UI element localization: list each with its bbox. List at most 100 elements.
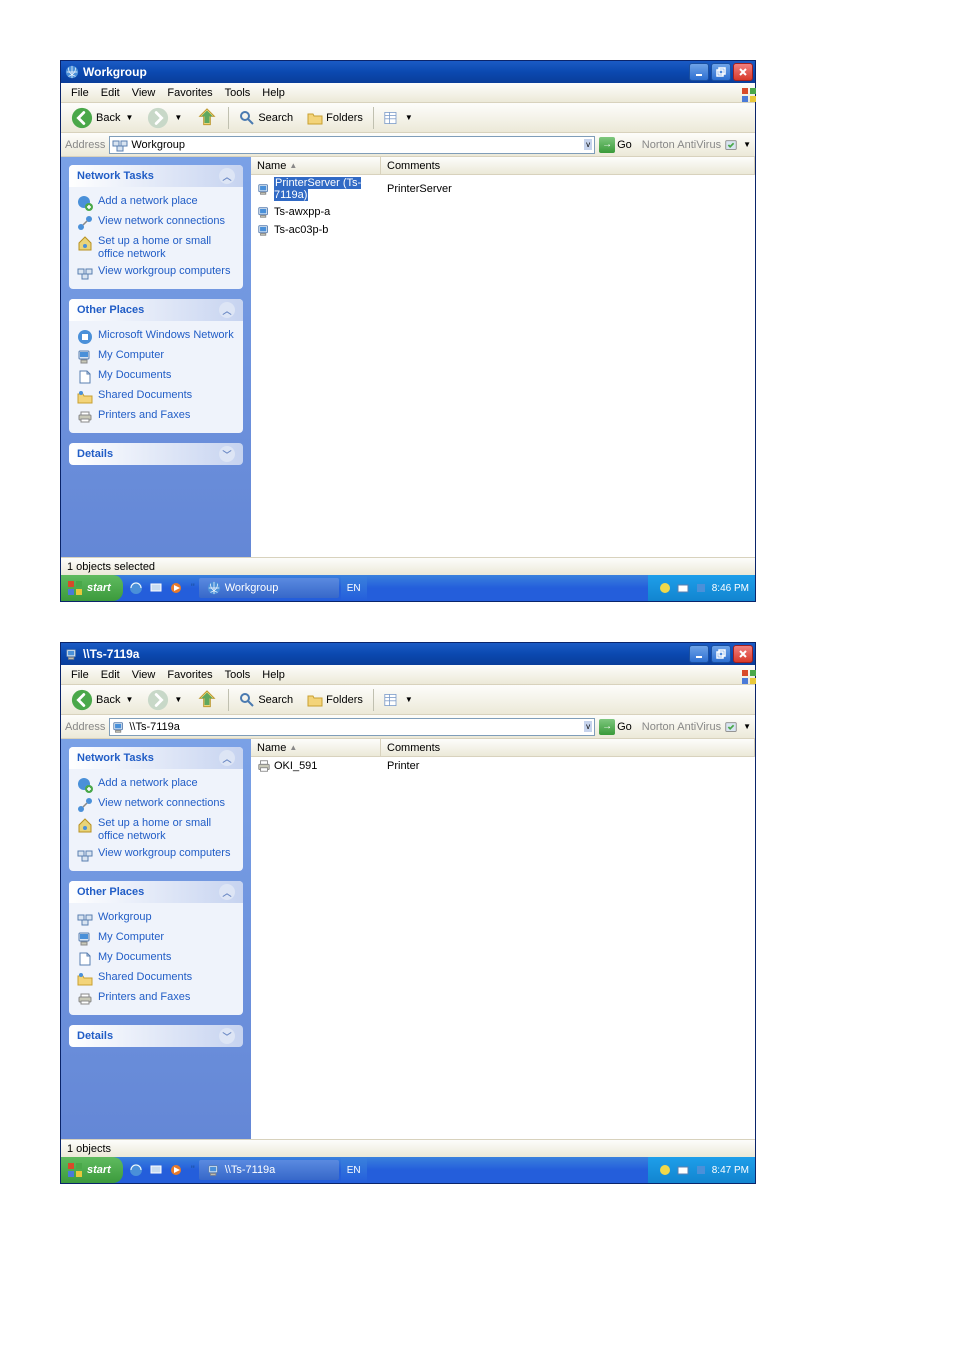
tray-icon[interactable] [658,581,672,595]
taskbar-app[interactable]: Workgroup [199,578,339,598]
ql-ie-icon[interactable] [127,579,145,597]
forward-button[interactable]: ▼ [141,688,188,712]
chevron-down-icon[interactable]: ▼ [174,695,182,704]
start-button[interactable]: start [61,575,123,601]
menu-edit[interactable]: Edit [95,667,126,683]
collapse-icon[interactable]: ︿ [219,884,235,900]
chevron-down-icon[interactable]: ▼ [743,140,751,149]
back-button[interactable]: Back▼ [65,688,139,712]
menu-help[interactable]: Help [256,667,291,683]
list-item[interactable]: Ts-ac03p-b [251,221,755,239]
clock[interactable]: 8:46 PM [712,583,749,594]
folders-button[interactable]: Folders [301,106,369,130]
search-button[interactable]: Search [233,106,299,130]
panel-header[interactable]: Other Places︿ [69,299,243,321]
other-place-link[interactable]: Shared Documents [77,387,235,407]
network-task-link[interactable]: Set up a home or small office network [77,233,235,263]
address-input[interactable] [129,721,579,733]
column-comments[interactable]: Comments [381,157,755,174]
menu-file[interactable]: File [65,667,95,683]
norton-antivirus[interactable]: Norton AntiVirus▼ [636,720,751,734]
panel-header[interactable]: Details﹀ [69,443,243,465]
address-input-wrap[interactable]: v [109,136,595,154]
panel-header[interactable]: Details﹀ [69,1025,243,1047]
list-item[interactable]: OKI_591 Printer [251,757,755,775]
list-item[interactable]: Ts-awxpp-a [251,203,755,221]
collapse-icon[interactable]: ︿ [219,168,235,184]
menu-tools[interactable]: Tools [219,667,257,683]
up-button[interactable] [190,106,224,130]
other-place-link[interactable]: Printers and Faxes [77,407,235,427]
ql-media-icon[interactable] [167,579,185,597]
column-name[interactable]: Name ▲ [251,739,381,756]
menu-view[interactable]: View [126,85,162,101]
menu-tools[interactable]: Tools [219,85,257,101]
chevron-down-icon[interactable]: ▼ [174,113,182,122]
language-indicator[interactable]: EN [341,1157,367,1183]
other-place-link[interactable]: Printers and Faxes [77,989,235,1009]
expand-icon[interactable]: ﹀ [219,446,235,462]
menu-favorites[interactable]: Favorites [161,85,218,101]
chevron-down-icon[interactable]: ▼ [125,113,133,122]
address-dropdown[interactable]: v [584,721,592,732]
views-button[interactable]: ▼ [378,688,419,712]
other-place-link[interactable]: My Computer [77,347,235,367]
address-dropdown[interactable]: v [584,139,592,150]
language-indicator[interactable]: EN [341,575,367,601]
network-task-link[interactable]: Add a network place [77,775,235,795]
menu-help[interactable]: Help [256,85,291,101]
go-button[interactable]: →Go [599,137,632,153]
close-button[interactable] [733,645,753,663]
up-button[interactable] [190,688,224,712]
column-comments[interactable]: Comments [381,739,755,756]
back-button[interactable]: Back▼ [65,106,139,130]
content-area[interactable]: Name ▲ Comments PrinterServer (Ts-7119a)… [251,157,755,557]
search-button[interactable]: Search [233,688,299,712]
norton-antivirus[interactable]: Norton AntiVirus▼ [636,138,751,152]
chevron-down-icon[interactable]: ▼ [743,722,751,731]
start-button[interactable]: start [61,1157,123,1183]
menu-edit[interactable]: Edit [95,85,126,101]
forward-button[interactable]: ▼ [141,106,188,130]
views-button[interactable]: ▼ [378,106,419,130]
panel-header[interactable]: Network Tasks︿ [69,165,243,187]
ql-desktop-icon[interactable] [147,579,165,597]
chevron-down-icon[interactable]: ▼ [125,695,133,704]
chevron-down-icon[interactable]: ▼ [405,113,413,122]
collapse-icon[interactable]: ︿ [219,750,235,766]
column-name[interactable]: Name ▲ [251,157,381,174]
other-place-link[interactable]: Microsoft Windows Network [77,327,235,347]
menu-file[interactable]: File [65,85,95,101]
minimize-button[interactable] [689,63,709,81]
tray-icon[interactable] [658,1163,672,1177]
taskbar-app[interactable]: \\Ts-7119a [199,1160,339,1180]
folders-button[interactable]: Folders [301,688,369,712]
ql-media-icon[interactable] [167,1161,185,1179]
menu-view[interactable]: View [126,667,162,683]
ql-ie-icon[interactable] [127,1161,145,1179]
expand-icon[interactable]: ﹀ [219,1028,235,1044]
network-task-link[interactable]: Set up a home or small office network [77,815,235,845]
panel-header[interactable]: Other Places︿ [69,881,243,903]
address-input[interactable] [131,139,579,151]
titlebar[interactable]: Workgroup [61,61,755,83]
other-place-link[interactable]: My Computer [77,929,235,949]
tray-icon[interactable] [694,581,708,595]
chevron-down-icon[interactable]: ▼ [405,695,413,704]
other-place-link[interactable]: Workgroup [77,909,235,929]
other-place-link[interactable]: Shared Documents [77,969,235,989]
network-task-link[interactable]: Add a network place [77,193,235,213]
content-area[interactable]: Name ▲ Comments OKI_591 Printer [251,739,755,1139]
minimize-button[interactable] [689,645,709,663]
network-task-link[interactable]: View network connections [77,795,235,815]
go-button[interactable]: →Go [599,719,632,735]
network-task-link[interactable]: View workgroup computers [77,263,235,283]
other-place-link[interactable]: My Documents [77,367,235,387]
panel-header[interactable]: Network Tasks︿ [69,747,243,769]
list-item[interactable]: PrinterServer (Ts-7119a) PrinterServer [251,175,755,203]
network-task-link[interactable]: View network connections [77,213,235,233]
restore-button[interactable] [711,63,731,81]
ql-desktop-icon[interactable] [147,1161,165,1179]
menu-favorites[interactable]: Favorites [161,667,218,683]
tray-icon[interactable] [694,1163,708,1177]
